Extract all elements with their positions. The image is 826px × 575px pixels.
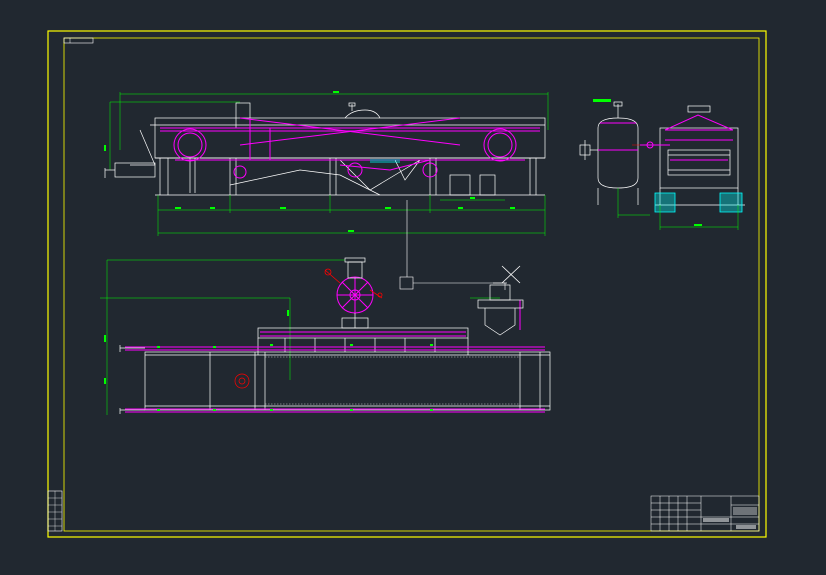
revision-strip	[47, 490, 63, 532]
title-block	[650, 495, 760, 532]
cursor-crosshair-icon	[501, 265, 521, 284]
sheet-border	[47, 30, 767, 538]
conveyor-belt-plan	[125, 300, 545, 413]
dimension-bottom	[157, 195, 546, 236]
side-belt	[640, 114, 734, 161]
drawing-tag	[63, 37, 94, 44]
conveyor-belt-front	[160, 117, 540, 179]
drive-motor	[477, 282, 524, 336]
tank-label	[593, 99, 611, 102]
link-lines	[399, 200, 506, 290]
dimension-label	[694, 224, 702, 226]
plan-view	[100, 257, 551, 415]
tank-bands	[598, 122, 638, 151]
side-elevation-view	[579, 99, 745, 230]
dimension-label	[104, 145, 106, 151]
dimension-labels	[175, 197, 515, 232]
roller-markers	[157, 344, 433, 411]
cad-drawing-canvas[interactable]	[0, 0, 826, 575]
dimension-label	[104, 378, 106, 384]
dimension-label	[333, 91, 339, 93]
rotary-feeder	[336, 276, 374, 314]
dimension-label	[287, 310, 289, 316]
front-elevation-view	[104, 91, 549, 236]
dimension-label	[104, 335, 106, 342]
foundation-hatch	[654, 192, 743, 213]
